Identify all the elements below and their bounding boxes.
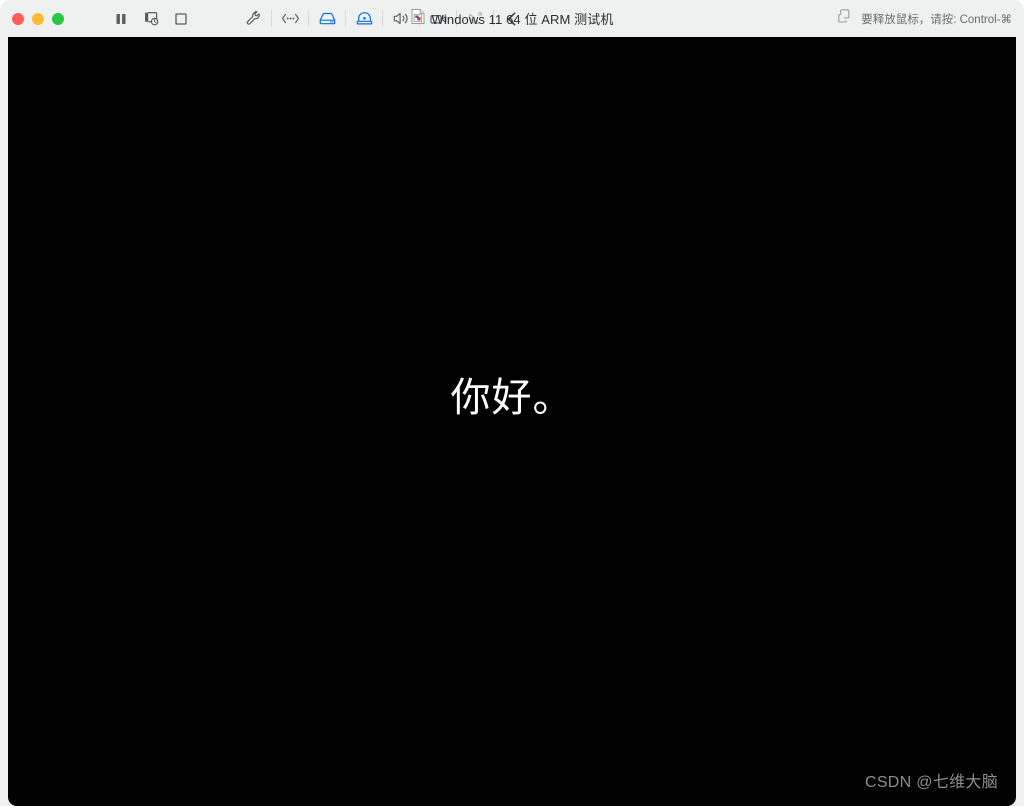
camera-icon xyxy=(429,12,448,26)
toolbar xyxy=(106,6,527,32)
release-mouse-hint: 要释放鼠标，请按: Control-⌘ xyxy=(836,0,1012,37)
phone-icon xyxy=(467,11,484,27)
release-mouse-hint-text: 要释放鼠标，请按: Control-⌘ xyxy=(861,13,1012,26)
cd-drive-icon xyxy=(355,11,374,26)
toolbar-separator xyxy=(271,10,272,27)
watermark-text: CSDN @七维大脑 xyxy=(864,774,998,791)
stop-button[interactable] xyxy=(166,6,196,32)
toolbar-separator xyxy=(382,10,383,27)
cd-drive-button[interactable] xyxy=(349,6,379,32)
toolbar-separator xyxy=(493,10,494,27)
harddisk-button[interactable] xyxy=(312,6,342,32)
network-icon xyxy=(281,12,300,25)
snapshot-button[interactable] xyxy=(136,6,166,32)
suspend-button[interactable] xyxy=(106,6,136,32)
back-button[interactable] xyxy=(497,6,527,32)
close-button[interactable] xyxy=(12,12,24,25)
phone-button[interactable] xyxy=(460,6,490,32)
toolbar-separator xyxy=(345,10,346,27)
guest-screen[interactable]: 你好。 CSDN @七维大脑 xyxy=(8,37,1016,806)
minimize-button[interactable] xyxy=(32,12,44,25)
stop-icon xyxy=(173,11,189,27)
traffic-light-group xyxy=(0,12,64,25)
titlebar[interactable]: Windows 11 64 位 ARM 测试机 要释放鼠标，请按: Contro… xyxy=(0,0,1024,37)
toolbar-separator xyxy=(308,10,309,27)
chevron-left-icon xyxy=(505,11,519,27)
toolbar-separator xyxy=(419,10,420,27)
vm-window: Windows 11 64 位 ARM 测试机 要释放鼠标，请按: Contro… xyxy=(0,0,1024,806)
speaker-icon xyxy=(392,11,410,26)
toolbar-separator xyxy=(456,10,457,27)
settings-button[interactable] xyxy=(238,6,268,32)
guest-message-text: 你好。 xyxy=(450,375,574,420)
windows-copy-icon xyxy=(836,8,852,29)
hard-drive-icon xyxy=(318,11,337,26)
camera-button[interactable] xyxy=(423,6,453,32)
snapshot-icon xyxy=(143,10,160,27)
maximize-button[interactable] xyxy=(52,12,64,25)
sound-button[interactable] xyxy=(386,6,416,32)
network-button[interactable] xyxy=(275,6,305,32)
wrench-icon xyxy=(245,10,262,27)
pause-icon xyxy=(113,11,129,27)
